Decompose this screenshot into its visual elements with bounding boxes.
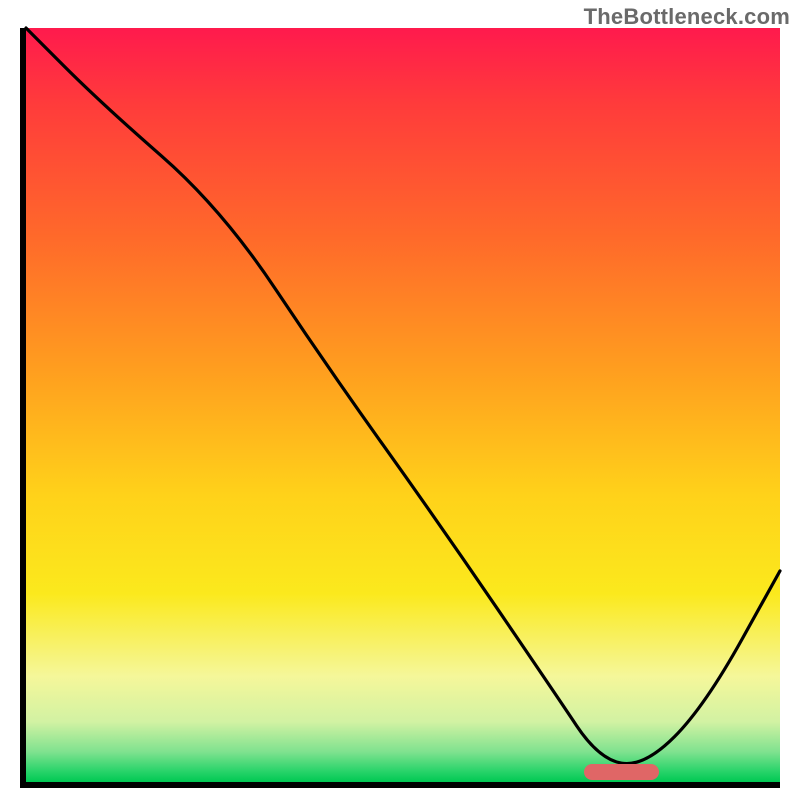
optimal-range-marker: [584, 764, 659, 780]
bottleneck-curve-svg: [26, 28, 780, 782]
bottleneck-curve-path: [26, 28, 780, 764]
chart-canvas: TheBottleneck.com: [0, 0, 800, 800]
watermark-text: TheBottleneck.com: [584, 4, 790, 30]
plot-area: [20, 28, 780, 788]
